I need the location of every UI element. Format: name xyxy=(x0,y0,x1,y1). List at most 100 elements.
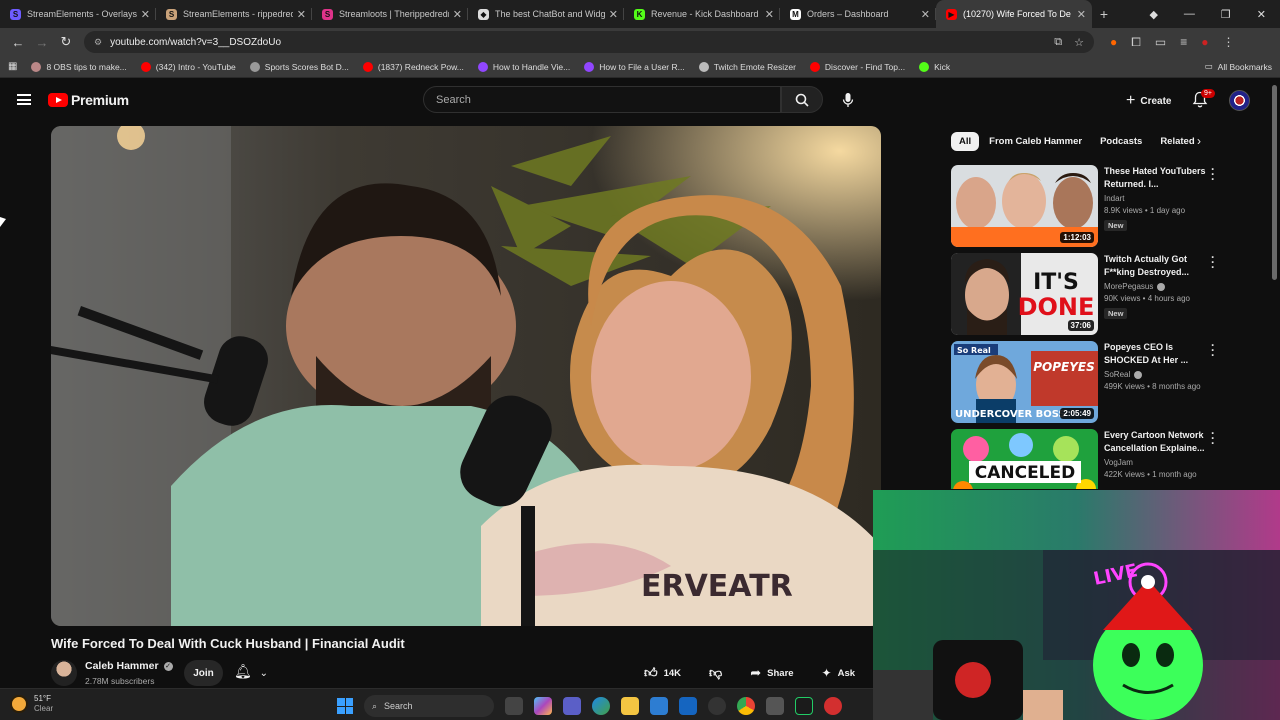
more-actions-icon[interactable]: · · · xyxy=(1210,429,1216,449)
menu-hamburger-icon[interactable] xyxy=(17,94,31,105)
search-button[interactable] xyxy=(781,86,823,113)
address-bar[interactable]: ⚙ youtube.com/watch?v=3__DSOZdoUo ⧉ ☆ xyxy=(84,31,1094,53)
recommended-channel[interactable]: Indart xyxy=(1104,194,1124,203)
app-icon[interactable] xyxy=(708,697,726,715)
more-actions-icon[interactable]: · · · xyxy=(1210,163,1216,185)
close-tab-icon[interactable]: ✕ xyxy=(141,8,150,21)
tab-search-icon[interactable]: ◆ xyxy=(1149,8,1157,21)
profile-avatar-icon[interactable]: ● xyxy=(1201,35,1208,49)
terminal-icon[interactable] xyxy=(795,697,813,715)
close-window-button[interactable]: ✕ xyxy=(1257,8,1266,21)
video-thumbnail[interactable]: IT'S DONE 37:06 xyxy=(951,253,1098,335)
recommended-video[interactable]: POPEYES So Real UNDERCOVER BOSS 2:05:49 Pope… xyxy=(951,339,1221,425)
bookmark-item[interactable]: (1837) Redneck Pow... xyxy=(362,61,464,72)
bookmark-item[interactable]: How to Handle Vie... xyxy=(477,61,570,72)
reload-button[interactable]: ↻ xyxy=(54,34,78,50)
recommended-video[interactable]: IT'S DONE 37:06 Twitch Actually Got F**king… xyxy=(951,251,1221,337)
close-tab-icon[interactable]: ✕ xyxy=(453,8,462,21)
new-tab-button[interactable]: + xyxy=(1092,6,1116,22)
file-explorer-icon[interactable] xyxy=(621,697,639,715)
chevron-right-icon[interactable]: › xyxy=(1197,134,1201,148)
close-tab-icon[interactable]: ✕ xyxy=(765,8,774,21)
bookmark-item[interactable]: Sports Scores Bot D... xyxy=(249,61,349,72)
dislike-button[interactable]: 👎︎ xyxy=(699,660,732,686)
forward-button[interactable]: → xyxy=(30,35,54,50)
video-player[interactable]: ERVEATR xyxy=(51,126,881,626)
more-actions-icon[interactable]: · · · xyxy=(1210,251,1216,273)
recommended-channel[interactable]: VogJam xyxy=(1104,458,1133,467)
filter-chip[interactable]: Related xyxy=(1152,132,1202,151)
recommended-video-title[interactable]: Twitch Actually Got F**king Destroyed... xyxy=(1104,253,1208,279)
video-thumbnail[interactable]: CANCELED xyxy=(951,429,1098,489)
like-button[interactable]: 👍︎ 14K xyxy=(634,660,691,686)
browser-tab[interactable]: ▶ (10270) Wife Forced To De ✕ xyxy=(936,0,1092,28)
side-panel-icon[interactable]: ▭ xyxy=(1155,35,1166,49)
recommended-channel[interactable]: SoReal xyxy=(1104,370,1143,379)
bookmark-item[interactable]: Twitch Emote Resizer xyxy=(698,61,796,72)
close-tab-icon[interactable]: ✕ xyxy=(609,8,618,21)
teams-icon[interactable] xyxy=(563,697,581,715)
bookmark-star-icon[interactable]: ☆ xyxy=(1074,36,1084,49)
weather-widget[interactable]: 51°F Clear xyxy=(12,694,53,714)
search-input[interactable]: Search xyxy=(423,86,781,113)
app-icon[interactable] xyxy=(766,697,784,715)
page-scrollbar[interactable] xyxy=(1272,85,1277,280)
outlook-icon[interactable] xyxy=(679,697,697,715)
browser-tab[interactable]: K Revenue - Kick Dashboard ✕ xyxy=(624,0,780,28)
copilot-icon[interactable] xyxy=(534,697,552,715)
create-button[interactable]: + Create xyxy=(1120,90,1177,112)
join-button[interactable]: Join xyxy=(184,660,223,686)
all-bookmarks-button[interactable]: ▭ All Bookmarks xyxy=(1205,61,1272,72)
media-control-icon[interactable]: ≡ xyxy=(1180,35,1187,49)
browser-tab[interactable]: S Streamloots | Therippedredne ✕ xyxy=(312,0,468,28)
filter-chip[interactable]: From Caleb Hammer xyxy=(981,132,1090,151)
channel-avatar[interactable] xyxy=(51,660,77,686)
minimize-button[interactable]: — xyxy=(1184,8,1195,21)
browser-tab[interactable]: M Orders – Dashboard ✕ xyxy=(780,0,936,28)
back-button[interactable]: ← xyxy=(6,35,30,50)
close-tab-icon[interactable]: ✕ xyxy=(297,8,306,21)
extensions-puzzle-icon[interactable]: ⧠ xyxy=(1131,35,1141,50)
filter-chip[interactable]: Podcasts xyxy=(1092,132,1150,151)
close-tab-icon[interactable]: ✕ xyxy=(921,8,930,21)
extension-icon[interactable]: ● xyxy=(1110,35,1117,49)
bookmark-item[interactable]: Discover - Find Top... xyxy=(809,61,905,72)
account-avatar[interactable] xyxy=(1229,90,1250,111)
recommended-video[interactable]: 1:12:03 These Hated YouTubers Returned. I… xyxy=(951,163,1221,249)
browser-tab[interactable]: SStreamElements - rippedredne✕ xyxy=(156,0,312,28)
bookmark-item[interactable]: (342) Intro - YouTube xyxy=(140,61,236,72)
voice-search-button[interactable] xyxy=(834,86,861,113)
site-info-icon[interactable]: ⚙ xyxy=(94,37,102,48)
store-icon[interactable] xyxy=(650,697,668,715)
bookmark-item[interactable]: 8 OBS tips to make... xyxy=(31,61,127,72)
recommended-video-title[interactable]: Popeyes CEO Is SHOCKED At Her ... xyxy=(1104,341,1208,367)
youtube-logo[interactable]: Premium xyxy=(48,92,129,108)
video-thumbnail[interactable]: POPEYES So Real UNDERCOVER BOSS 2:05:49 xyxy=(951,341,1098,423)
app-icon[interactable] xyxy=(824,697,842,715)
browser-tab[interactable]: ◆The best ChatBot and Widgets✕ xyxy=(468,0,624,28)
task-view-icon[interactable] xyxy=(505,697,523,715)
windows-start-icon[interactable] xyxy=(337,698,353,714)
recommended-video[interactable]: CANCELED Every Cartoon Network Cancellati… xyxy=(951,429,1221,489)
filter-chip[interactable]: All xyxy=(951,131,980,151)
recommended-channel[interactable]: MorePegasus xyxy=(1104,282,1166,291)
chrome-menu-icon[interactable]: ⋮ xyxy=(1222,35,1234,49)
recommended-video-title[interactable]: Every Cartoon Network Cancellation Expla… xyxy=(1104,429,1208,455)
ask-button[interactable]: ✦ Ask xyxy=(812,660,866,686)
close-tab-icon[interactable]: ✕ xyxy=(1077,8,1086,21)
more-actions-icon[interactable]: · · · xyxy=(1210,339,1216,361)
edge-icon[interactable] xyxy=(592,697,610,715)
maximize-button[interactable]: ❐ xyxy=(1221,8,1231,21)
apps-grid-icon[interactable]: ▦ xyxy=(8,61,17,72)
taskbar-search[interactable]: ⌕ Search xyxy=(364,695,494,717)
share-button[interactable]: ➦ Share xyxy=(740,660,803,686)
install-icon[interactable]: ⧉ xyxy=(1054,36,1062,49)
bookmark-item[interactable]: Kick xyxy=(919,61,950,72)
recommended-video-title[interactable]: These Hated YouTubers Returned. I... xyxy=(1104,165,1208,191)
chrome-icon[interactable] xyxy=(737,697,755,715)
subscription-bell-button[interactable]: 🔔︎ ⌄ xyxy=(234,663,268,680)
bookmark-item[interactable]: How to File a User R... xyxy=(584,61,685,72)
channel-name[interactable]: Caleb Hammer ✓ xyxy=(85,660,173,672)
video-thumbnail[interactable]: 1:12:03 xyxy=(951,165,1098,247)
browser-tab[interactable]: S StreamElements - Overlays ✕ xyxy=(0,0,156,28)
